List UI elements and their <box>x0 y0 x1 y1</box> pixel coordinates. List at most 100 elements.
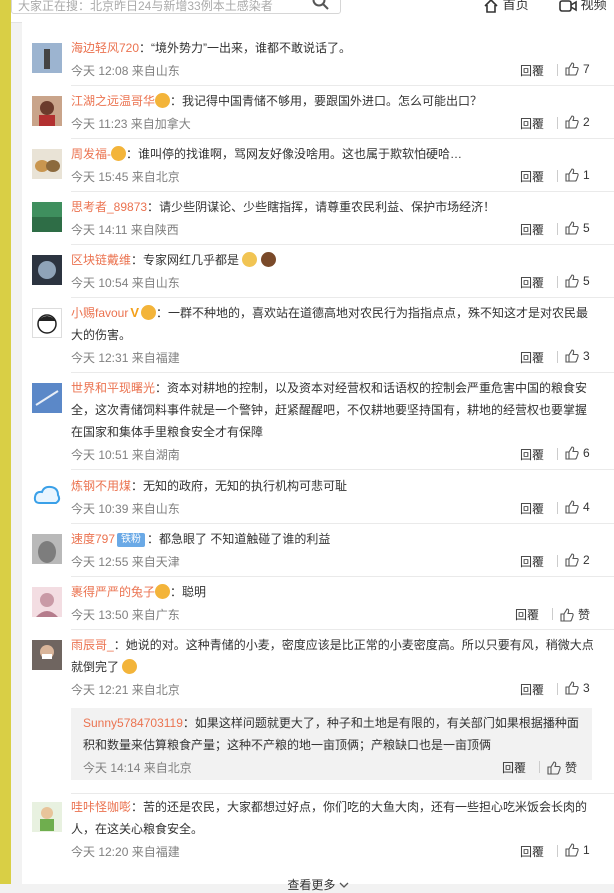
like-button[interactable]: 1 <box>565 168 590 182</box>
search-input[interactable]: 大家正在搜：北京昨日24与新增33例本土感染者 <box>11 0 341 14</box>
colon: ： <box>170 585 183 599</box>
reply-button[interactable]: 回覆 <box>520 168 544 185</box>
like-count: 6 <box>583 446 590 460</box>
comment-body: 区块链戴维：专家网红几乎都是 <box>71 249 596 271</box>
avatar-image <box>33 485 61 504</box>
comment-username[interactable]: 思考者_89873 <box>71 200 147 214</box>
avatar[interactable] <box>32 802 62 832</box>
comment-username[interactable]: 雨辰哥_ <box>71 638 114 652</box>
comment-meta: 今天 10:54 来自山东 <box>71 276 180 290</box>
like-button[interactable]: 2 <box>565 115 590 129</box>
comment-text: 请少些阴谋论、少些瞎指挥，请尊重农民利益、保护市场经济！ <box>159 200 496 214</box>
comment-body: 炼钢不用煤：无知的政府，无知的执行机构可悲可耻 <box>71 475 596 497</box>
fan-crown-icon <box>141 305 157 320</box>
avatar[interactable] <box>32 534 62 564</box>
avatar[interactable] <box>32 481 62 511</box>
reply-button[interactable]: 回覆 <box>520 843 544 860</box>
view-more-button[interactable]: 查看更多 <box>22 876 614 893</box>
home-icon <box>484 0 498 13</box>
comment-meta: 今天 12:20 来自福建 <box>71 845 180 859</box>
divider <box>557 502 558 514</box>
dog-emoji-icon <box>242 252 258 267</box>
comment-username[interactable]: 速度797 <box>71 532 115 546</box>
avatar[interactable] <box>32 149 62 179</box>
view-more-label: 查看更多 <box>287 878 336 892</box>
avatar[interactable] <box>32 43 62 73</box>
like-button[interactable]: 7 <box>565 62 590 76</box>
reply-button[interactable]: 回覆 <box>520 500 544 517</box>
reply-button[interactable]: 回覆 <box>520 274 544 291</box>
avatar[interactable] <box>32 202 62 232</box>
like-button[interactable]: 5 <box>565 274 590 288</box>
thumbs-up-icon <box>565 221 579 235</box>
colon: ： <box>139 41 152 55</box>
comment-username[interactable]: 哇咔怪咖嘭 <box>71 800 131 814</box>
avatar-image <box>37 314 57 334</box>
avatar[interactable] <box>32 255 62 285</box>
avatar[interactable] <box>32 308 62 338</box>
divider <box>539 761 540 773</box>
top-navigation-bar: 大家正在搜：北京昨日24与新增33例本土感染者 首页 视频 <box>11 0 614 23</box>
avatar[interactable] <box>32 96 62 126</box>
avatar[interactable] <box>32 383 62 413</box>
sub-reply-username[interactable]: Sunny5784703119 <box>83 716 183 730</box>
comment-username[interactable]: 炼钢不用煤 <box>71 479 131 493</box>
reply-button[interactable]: 回覆 <box>520 553 544 570</box>
nav-home[interactable]: 首页 <box>483 0 529 14</box>
colon: ： <box>170 94 183 108</box>
divider-line <box>71 523 614 524</box>
comment-text: 我记得中国青储不够用，要跟国外进口。怎么可能出口？ <box>182 94 483 108</box>
reply-button[interactable]: 回覆 <box>520 349 544 366</box>
like-button[interactable]: 1 <box>565 843 590 857</box>
sub-reply-like-button[interactable]: 赞 <box>547 759 577 776</box>
nav-video-label: 视频 <box>580 0 607 12</box>
like-count: 1 <box>583 168 590 182</box>
comment-username[interactable]: 小赐favour <box>71 306 128 320</box>
avatar[interactable] <box>32 640 62 670</box>
comment-username[interactable]: 世界和平现曙光 <box>71 381 155 395</box>
reply-button[interactable]: 回覆 <box>515 606 539 623</box>
like-button[interactable]: 赞 <box>560 606 590 623</box>
like-button[interactable]: 4 <box>565 500 590 514</box>
comment-list: 海边轻风720：“境外势力”一出来，谁都不敢说话了。 今天 12:08 来自山东… <box>22 22 614 892</box>
avatar-image <box>35 160 60 172</box>
divider <box>557 351 558 363</box>
reply-button[interactable]: 回覆 <box>520 446 544 463</box>
comment-username[interactable]: 海边轻风720 <box>71 41 139 55</box>
reply-button[interactable]: 回覆 <box>520 62 544 79</box>
thumbs-up-icon <box>565 274 579 288</box>
comment-meta: 今天 11:23 来自加拿大 <box>71 117 191 131</box>
search-button[interactable] <box>311 0 335 12</box>
poop-emoji-icon <box>260 252 276 267</box>
like-button[interactable]: 2 <box>565 553 590 567</box>
colon: ： <box>182 716 195 730</box>
comment-username[interactable]: 区块链戴维 <box>71 253 131 267</box>
nav-video[interactable]: 视频 <box>559 0 607 14</box>
comment-username[interactable]: 裹得严严的兔子 <box>71 585 155 599</box>
avatar-image <box>35 390 59 406</box>
comment-text: 她说的对。这种青储的小麦，密度应该是比正常的小麦密度高。所以只要有风，稍微大点就… <box>71 638 594 674</box>
reply-button[interactable]: 回覆 <box>520 221 544 238</box>
comment-username[interactable]: 江湖之远温哥华 <box>71 94 155 108</box>
like-button[interactable]: 6 <box>565 446 590 460</box>
like-button[interactable]: 3 <box>565 349 590 363</box>
divider-line <box>71 469 614 470</box>
like-button[interactable]: 5 <box>565 221 590 235</box>
sub-reply-reply-button[interactable]: 回覆 <box>502 759 526 776</box>
avatar-image <box>44 49 50 69</box>
like-button[interactable]: 3 <box>565 681 590 695</box>
divider <box>557 117 558 129</box>
comment-body: 哇咔怪咖嘭：苦的还是农民，大家都想过好点，你们吃的大鱼大肉，还有一些担心吃米饭会… <box>71 796 596 840</box>
avatar[interactable] <box>32 587 62 617</box>
divider-line <box>71 297 614 298</box>
colon: ： <box>147 532 160 546</box>
colon: ： <box>155 381 168 395</box>
reply-button[interactable]: 回覆 <box>520 115 544 132</box>
thumbs-up-icon <box>565 843 579 857</box>
comment-username[interactable]: 周发福- <box>71 147 111 161</box>
reply-button[interactable]: 回覆 <box>520 681 544 698</box>
colon: ： <box>131 253 144 267</box>
thumbs-up-icon <box>565 553 579 567</box>
avatar-image <box>39 101 55 126</box>
thumbs-up-icon <box>547 761 561 775</box>
